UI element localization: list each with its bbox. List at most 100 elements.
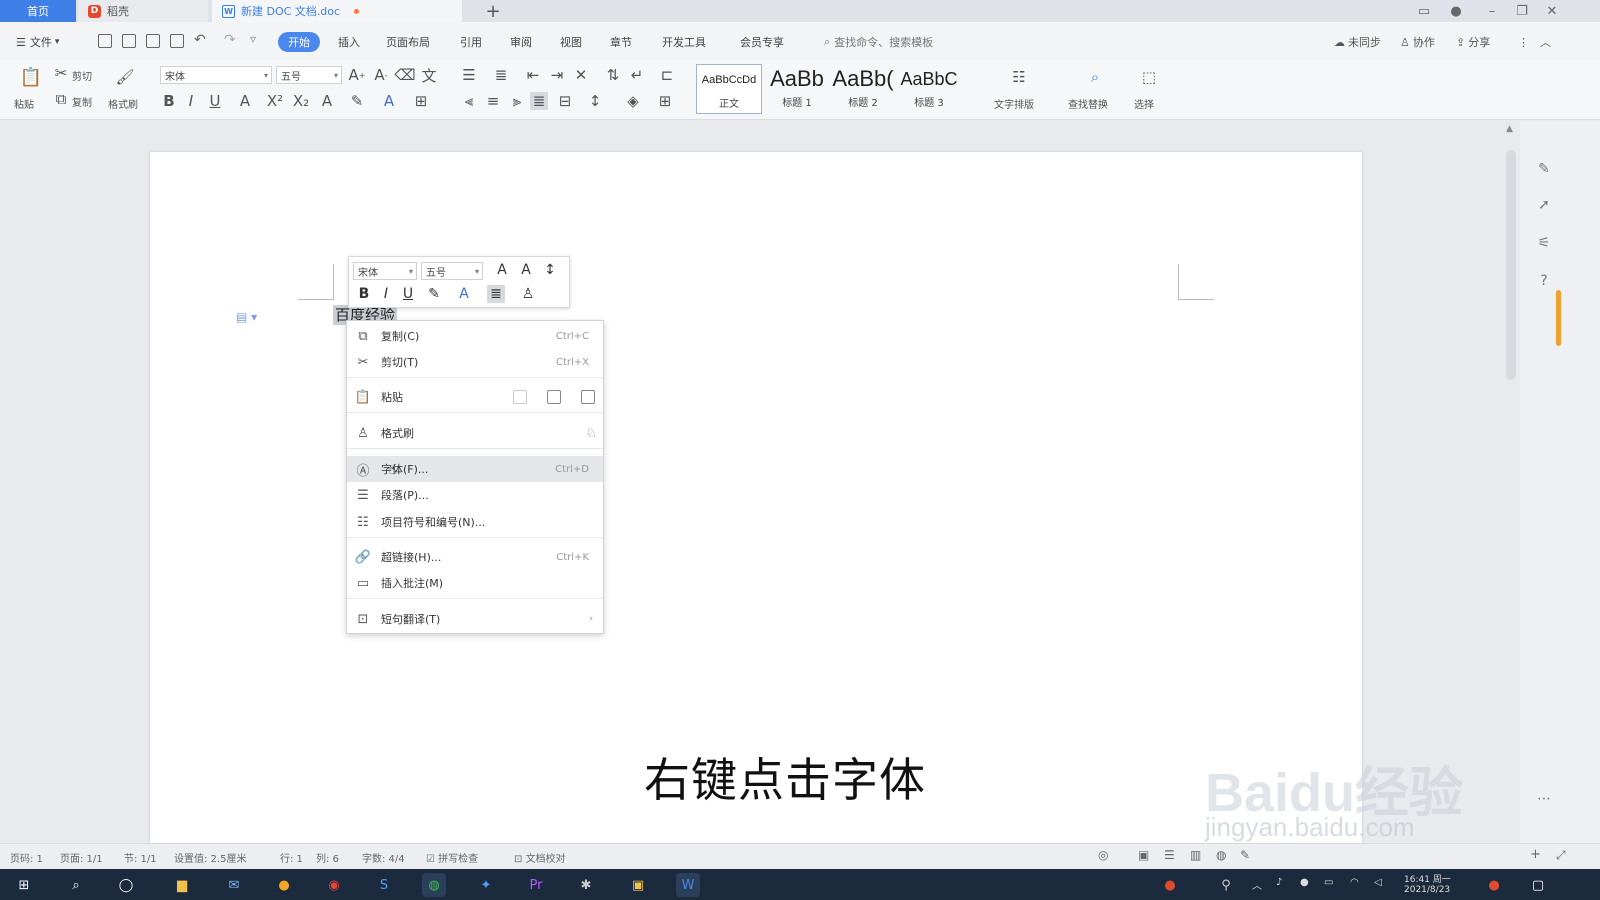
page-view-icon[interactable]: ▣ <box>1138 848 1149 862</box>
pointer-icon[interactable]: ➚ <box>1535 196 1553 214</box>
paste-label[interactable]: 粘贴 <box>14 96 34 111</box>
ctx-insert-comment[interactable]: ▭ 插入批注(M) <box>347 570 603 596</box>
borders-icon[interactable]: ⊞ <box>656 92 674 110</box>
chrome-icon[interactable]: ◉ <box>322 873 346 897</box>
mini-align-icon[interactable]: ≣ <box>487 285 505 303</box>
ctx-bullets-numbering[interactable]: ☷ 项目符号和编号(N)... <box>347 509 603 535</box>
redo-icon[interactable]: ↷ <box>224 32 236 48</box>
mini-font-name-select[interactable]: 宋体 <box>353 262 417 280</box>
menu-chapter[interactable]: 章节 <box>610 32 632 52</box>
close-icon[interactable]: ✕ <box>1538 0 1566 22</box>
mini-line-spacing-icon[interactable]: ↕ <box>541 261 559 279</box>
shading-icon[interactable]: ◈ <box>624 92 642 110</box>
web-view-icon[interactable]: ◍ <box>1216 848 1226 862</box>
copy-label[interactable]: 复制 <box>72 94 92 109</box>
side-scroll-indicator[interactable] <box>1556 290 1561 346</box>
mail-icon[interactable]: ✉ <box>222 873 246 897</box>
show-marks-icon[interactable]: ↵ <box>628 66 646 84</box>
status-word-count[interactable]: 字数: 4/4 <box>362 850 405 865</box>
folder-app-icon[interactable]: ▣ <box>626 873 650 897</box>
outline-view-icon[interactable]: ☰ <box>1164 848 1175 862</box>
mini-underline-icon[interactable]: U <box>399 285 417 303</box>
tab-daoke[interactable]: D 稻壳 <box>78 0 208 22</box>
tray-network-icon[interactable]: ▭ <box>1324 877 1333 888</box>
collapse-ribbon-icon[interactable]: ︿ <box>1540 32 1551 52</box>
menu-references[interactable]: 引用 <box>460 32 482 52</box>
tray-chevron-icon[interactable]: ︿ <box>1252 877 1262 892</box>
window-layout-icon[interactable]: ▭ <box>1410 0 1438 22</box>
mini-shrink-font-icon[interactable]: A <box>517 261 535 279</box>
feather-app-icon[interactable]: ✦ <box>474 873 498 897</box>
tray-wifi-icon[interactable]: ◠ <box>1350 877 1359 888</box>
ctx-format-painter[interactable]: ♙ 格式刷 ♘ <box>347 420 603 446</box>
style-heading-3[interactable]: AaBbC 标题 3 <box>896 64 962 114</box>
select-icon[interactable]: ⬚ <box>1138 66 1160 88</box>
restore-icon[interactable]: ❐ <box>1508 0 1536 22</box>
superscript-icon[interactable]: X² <box>266 92 284 110</box>
clear-format-icon[interactable]: ⌫ <box>394 66 415 84</box>
file-explorer-icon[interactable]: ▆ <box>170 873 194 897</box>
italic-icon[interactable]: I <box>182 92 200 110</box>
scroll-up-icon[interactable]: ▲ <box>1506 124 1513 134</box>
paste-keep-format-icon[interactable] <box>513 390 527 404</box>
more-dots-icon[interactable]: ⋯ <box>1535 790 1553 808</box>
sync-button[interactable]: ☁ 未同步 <box>1334 32 1381 52</box>
eye-protect-icon[interactable]: ◎ <box>1098 848 1108 862</box>
format-painter-icon[interactable]: 🖌 <box>114 66 136 88</box>
paste-icon[interactable]: 📋 <box>20 66 42 88</box>
menu-member[interactable]: 会员专享 <box>740 32 784 52</box>
strikethrough-icon[interactable]: A <box>236 92 254 110</box>
more-chevron-icon[interactable]: ▿ <box>250 32 256 46</box>
mini-format-painter-icon[interactable]: ♙ <box>519 285 537 303</box>
minimize-icon[interactable]: – <box>1478 0 1506 22</box>
spell-check-toggle[interactable]: ☑ 拼写检查 <box>426 850 478 865</box>
collab-button[interactable]: ♙ 协作 <box>1400 32 1435 52</box>
tray-date[interactable]: 2021/8/23 <box>1404 885 1450 895</box>
numbering-icon[interactable]: ≣ <box>492 66 510 84</box>
tool-app-icon[interactable]: ✱ <box>574 873 598 897</box>
windows-start-icon[interactable]: ⊞ <box>12 873 36 897</box>
cut-label[interactable]: 剪切 <box>72 68 92 83</box>
command-search[interactable]: ⌕ 查找命令、搜索模板 <box>824 32 974 52</box>
share-button[interactable]: ⇪ 分享 <box>1456 32 1490 52</box>
tab-stops-icon[interactable]: ⊏ <box>658 66 676 84</box>
wechat-icon[interactable]: ◍ <box>422 873 446 897</box>
qq-icon[interactable]: ● <box>272 873 296 897</box>
ctx-translate[interactable]: ⊡ 短句翻译(T) › <box>347 606 603 632</box>
magnifier-icon[interactable]: ◯ <box>114 873 138 897</box>
align-center-icon[interactable]: ≡ <box>484 92 502 110</box>
tray-app-icon[interactable]: ● <box>1300 877 1309 888</box>
undo-icon[interactable]: ↶ <box>194 32 206 48</box>
mini-font-size-select[interactable]: 五号 <box>421 262 483 280</box>
paste-merge-format-icon[interactable] <box>547 390 561 404</box>
reading-view-icon[interactable]: ▥ <box>1190 848 1201 862</box>
zoom-in-icon[interactable]: + <box>1530 847 1541 862</box>
help-icon[interactable]: ? <box>1535 272 1553 290</box>
mini-grow-font-icon[interactable]: A <box>493 261 511 279</box>
premiere-icon[interactable]: Pr <box>524 873 548 897</box>
find-icon[interactable]: ⌕ <box>1084 66 1106 88</box>
char-border-icon[interactable]: ⊞ <box>412 92 430 110</box>
select-label[interactable]: 选择 <box>1134 96 1154 111</box>
tray-pin-icon[interactable]: ⚲ <box>1214 873 1238 897</box>
ctx-font[interactable]: Ⓐ 字体(F)... Ctrl+D <box>347 456 603 482</box>
print-preview-icon[interactable] <box>170 34 184 48</box>
align-left-icon[interactable]: ⫷ <box>460 92 478 110</box>
wps-writer-icon[interactable]: W <box>676 873 700 897</box>
tab-document[interactable]: W 新建 DOC 文档.doc <box>212 0 462 22</box>
phonetic-icon[interactable]: 文 <box>420 66 438 85</box>
paragraph-handle-icon[interactable]: ▤ ▾ <box>236 310 257 324</box>
ctx-paste[interactable]: 📋 粘贴 <box>347 384 603 410</box>
text-layout-icon[interactable]: ☷ <box>1008 66 1030 88</box>
user-avatar-icon[interactable]: ● <box>1442 0 1470 22</box>
text-effect-icon[interactable]: A <box>318 92 336 110</box>
action-center-icon[interactable]: ▢ <box>1526 873 1550 897</box>
highlight-icon[interactable]: ✎ <box>348 92 366 110</box>
bullets-icon[interactable]: ☰ <box>460 66 478 84</box>
scissors-icon[interactable]: ✂ <box>52 64 70 82</box>
menu-view[interactable]: 视图 <box>560 32 582 52</box>
text-layout-label[interactable]: 文字排版 <box>994 96 1034 111</box>
mini-italic-icon[interactable]: I <box>377 285 395 303</box>
find-replace-label[interactable]: 查找替换 <box>1068 96 1108 111</box>
copy-icon[interactable]: ⧉ <box>52 90 70 108</box>
